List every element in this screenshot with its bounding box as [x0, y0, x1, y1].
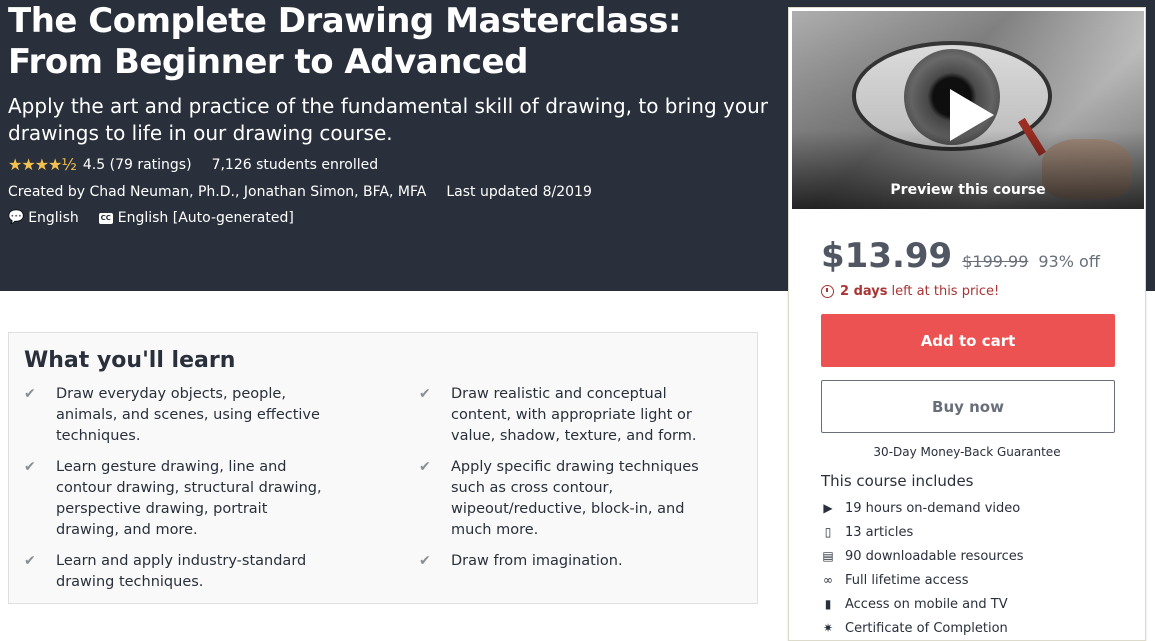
includes-item-label: Full lifetime access: [845, 572, 969, 588]
learn-list-right: ✔ Draw realistic and conceptual content, …: [419, 384, 729, 582]
includes-item-label: Access on mobile and TV: [845, 596, 1008, 612]
course-subtitle: Apply the art and practice of the fundam…: [8, 94, 768, 145]
discount-percent: 93% off: [1038, 252, 1100, 271]
price-row: $13.99 $199.99 93% off: [821, 236, 1100, 276]
download-icon: ▤: [822, 549, 834, 563]
last-updated: Last updated 8/2019: [446, 184, 592, 200]
includes-item: ▶ 19 hours on-demand video: [821, 496, 1024, 520]
includes-item: ▯ 13 articles: [821, 520, 1024, 544]
learn-item-text: Draw from imagination.: [451, 553, 623, 569]
what-you-will-learn: What you'll learn ✔ Draw everyday objects…: [8, 332, 758, 604]
instructors-row: Created by Chad Neuman, Ph.D., Jonathan …: [8, 183, 778, 201]
learn-item: ✔ Learn and apply industry-standard drawi…: [24, 551, 334, 593]
captions-label: English [Auto-generated]: [117, 210, 294, 226]
includes-item: ∞ Full lifetime access: [821, 568, 1024, 592]
rating-number: 4.5: [82, 157, 106, 173]
star-rating-icon: ★★★★½: [8, 155, 77, 174]
course-header-content: The Complete Drawing Masterclass: From B…: [8, 0, 778, 227]
includes-item-label: 19 hours on-demand video: [845, 500, 1021, 516]
speech-bubble-icon: 💬: [8, 210, 25, 225]
current-price: $13.99: [821, 236, 953, 276]
alarm-clock-icon: [821, 285, 834, 298]
check-icon: ✔: [419, 459, 431, 475]
check-icon: ✔: [419, 553, 431, 569]
learn-item-text: Draw realistic and conceptual content, w…: [451, 386, 697, 444]
check-icon: ✔: [419, 386, 431, 402]
includes-item-label: Certificate of Completion: [845, 620, 1008, 636]
language-row: 💬 English CC English [Auto-generated]: [8, 209, 778, 227]
created-by[interactable]: Created by Chad Neuman, Ph.D., Jonathan …: [8, 183, 426, 201]
rating-row: ★★★★½ 4.5 (79 ratings) 7,126 students en…: [8, 156, 778, 174]
learn-item: ✔ Draw from imagination.: [419, 551, 729, 572]
includes-item: ▤ 90 downloadable resources: [821, 544, 1024, 568]
add-to-cart-button[interactable]: Add to cart: [821, 314, 1115, 367]
learn-item-text: Learn gesture drawing, line and contour …: [56, 459, 322, 538]
certificate-icon: ✷: [822, 621, 834, 635]
includes-item-label: 90 downloadable resources: [845, 548, 1024, 564]
captions-item: CC English [Auto-generated]: [98, 209, 294, 227]
check-icon: ✔: [24, 553, 36, 569]
play-icon[interactable]: [950, 89, 994, 141]
buy-now-button[interactable]: Buy now: [821, 380, 1115, 433]
rating-value[interactable]: 4.5 (79 ratings): [83, 156, 192, 174]
original-price: $199.99: [962, 252, 1029, 271]
mobile-icon: ▮: [824, 597, 832, 611]
includes-item: ✷ Certificate of Completion: [821, 616, 1024, 640]
purchase-sidebar: Preview this course $13.99 $199.99 93% o…: [788, 7, 1146, 641]
language-label: English: [28, 210, 79, 226]
includes-title: This course includes: [821, 472, 974, 490]
learn-item-text: Draw everyday objects, people, animals, …: [56, 386, 320, 444]
timer-days: 2 days: [840, 284, 888, 299]
learn-item: ✔ Apply specific drawing techniques such …: [419, 457, 729, 541]
course-title: The Complete Drawing Masterclass: From B…: [8, 1, 682, 82]
learn-item: ✔ Draw everyday objects, people, animals,…: [24, 384, 334, 447]
language-item: 💬 English: [8, 209, 79, 227]
money-back-guarantee: 30-Day Money-Back Guarantee: [873, 445, 1061, 459]
includes-list: ▶ 19 hours on-demand video ▯ 13 articles ▤…: [821, 496, 1024, 640]
file-icon: ▯: [824, 525, 832, 539]
learn-item-text: Apply specific drawing techniques such a…: [451, 459, 699, 538]
course-preview-video[interactable]: Preview this course: [792, 11, 1144, 209]
learn-title: What you'll learn: [24, 348, 236, 373]
learn-list-left: ✔ Draw everyday objects, people, animals,…: [24, 384, 334, 603]
students-enrolled: 7,126 students enrolled: [211, 157, 379, 173]
closed-captions-icon: CC: [98, 212, 113, 224]
learn-item: ✔ Draw realistic and conceptual content, …: [419, 384, 729, 447]
rating-count: (79 ratings): [109, 157, 192, 173]
infinity-icon: ∞: [823, 573, 833, 587]
includes-item-label: 13 articles: [845, 524, 914, 540]
price-timer: 2 days left at this price!: [821, 284, 999, 299]
check-icon: ✔: [24, 386, 36, 402]
timer-text: left at this price!: [891, 284, 1000, 299]
learn-item: ✔ Learn gesture drawing, line and contour…: [24, 457, 334, 541]
preview-label[interactable]: Preview this course: [792, 182, 1144, 198]
includes-item: ▮ Access on mobile and TV: [821, 592, 1024, 616]
learn-item-text: Learn and apply industry-standard drawin…: [56, 553, 307, 590]
check-icon: ✔: [24, 459, 36, 475]
video-icon: ▶: [823, 501, 833, 515]
